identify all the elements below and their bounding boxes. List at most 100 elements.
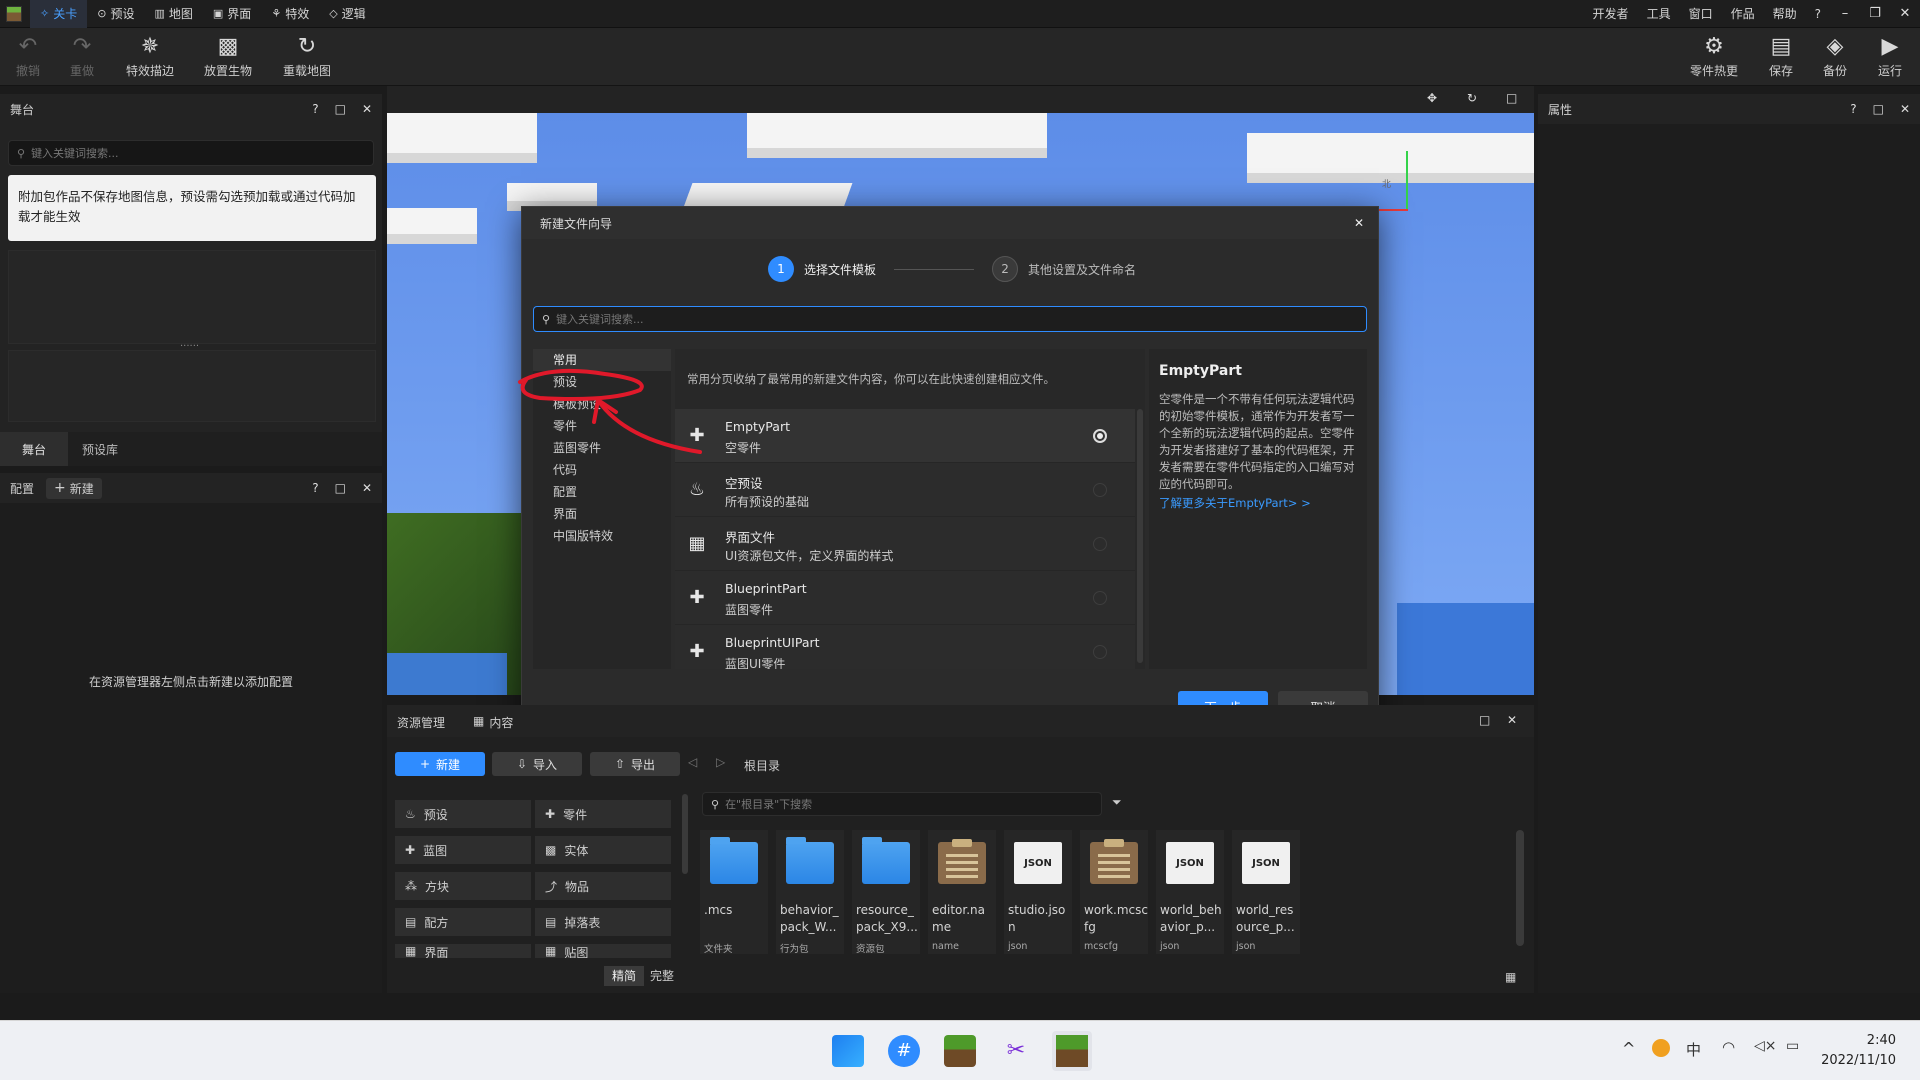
asset-cat-part[interactable]: ✚ 零件 [535,800,671,828]
help-icon[interactable]: ? [312,481,318,495]
asset-cat-block[interactable]: ⁂ 方块 [395,872,531,900]
taskbar-active-app[interactable] [1052,1031,1092,1071]
back-arrow-icon[interactable]: ◁ [688,755,697,769]
help-icon[interactable]: ? [312,102,318,116]
move-gizmo-icon[interactable]: ✥ [1427,91,1437,105]
snipping-tool-icon[interactable]: ✂ [1000,1035,1032,1067]
menu-works[interactable]: 作品 [1722,5,1764,22]
menu-tab-logic[interactable]: ◇ 逻辑 [319,0,375,28]
clock-date[interactable]: 2022/11/10 [1814,1053,1896,1068]
close-icon[interactable]: ✕ [1900,102,1910,116]
asset-cat-texture[interactable]: ▦ 贴图 [535,944,671,958]
assets-content-tab[interactable]: ▦ 内容 [473,714,513,731]
effect-stroke-button[interactable]: ✵ 特效描边 [118,32,182,79]
asset-cat-loot-table[interactable]: ▤ 掉落表 [535,908,671,936]
qq-tray-icon[interactable] [1652,1039,1670,1057]
template-empty-preset[interactable]: ♨ 空预设 所有预设的基础 [675,463,1135,517]
category-china-effect[interactable]: 中国版特效 [533,525,671,547]
maximize-icon[interactable]: □ [1873,102,1884,116]
detail-learn-more-link[interactable]: 了解更多关于EmptyPart> > [1159,495,1311,511]
menu-tab-level[interactable]: ✧ 关卡 [30,0,88,28]
file-tile[interactable]: JSON world_resource_p... json [1232,830,1300,954]
fullscreen-icon[interactable]: □ [1506,91,1517,105]
view-mode-compact[interactable]: 精简 [604,966,644,986]
mute-speaker-icon[interactable]: ◁× [1754,1038,1777,1054]
maximize-icon[interactable]: □ [335,102,346,116]
file-tile[interactable]: JSON studio.json json [1004,830,1072,954]
template-radio[interactable] [1093,645,1107,659]
asset-search-input[interactable]: ⚲ 在"根目录"下搜索 [702,792,1102,816]
ime-indicator[interactable]: 中 [1686,1039,1701,1060]
menu-window[interactable]: 窗口 [1680,5,1722,22]
file-tile[interactable]: editor.name name [928,830,996,954]
file-tile[interactable]: behavior_pack_W... 行为包 [776,830,844,955]
redo-button[interactable]: ↷ 重做 [50,32,114,79]
file-tile[interactable]: .mcs 文件夹 [700,830,768,955]
menu-tab-ui[interactable]: ▣ 界面 [203,0,261,28]
forward-arrow-icon[interactable]: ▷ [716,755,725,769]
maximize-icon[interactable]: □ [1479,713,1490,727]
dialog-search-input[interactable]: ⚲ 键入关键词搜索... [533,306,1367,332]
battery-icon[interactable]: ▭ [1786,1038,1799,1054]
maximize-icon[interactable]: □ [335,481,346,495]
panel-splitter[interactable]: ...... [180,338,199,349]
template-scrollbar[interactable] [1137,409,1143,663]
asset-cat-ui[interactable]: ▦ 界面 [395,944,531,958]
file-tile[interactable]: work.mcscfg mcscfg [1080,830,1148,954]
restore-icon[interactable]: ❐ [1860,6,1890,21]
dialog-close-icon[interactable]: ✕ [1354,216,1364,230]
hashtag-app-icon[interactable]: # [888,1035,920,1067]
minimize-icon[interactable]: – [1830,6,1860,21]
asset-cat-item[interactable]: ⤴ 物品 [535,872,671,900]
asset-cat-blueprint[interactable]: ✚ 蓝图 [395,836,531,864]
menu-developer[interactable]: 开发者 [1584,5,1638,22]
asset-export-button[interactable]: ⇧ 导出 [590,752,680,776]
close-icon[interactable]: ✕ [362,481,372,495]
template-blueprintpart[interactable]: ✚ BlueprintPart 蓝图零件 [675,571,1135,625]
wifi-icon[interactable]: ◠ [1722,1038,1735,1056]
asset-new-button[interactable]: + 新建 [395,752,485,776]
menu-help[interactable]: 帮助 [1764,5,1806,22]
reload-map-button[interactable]: ↻ 重载地图 [275,32,339,79]
menu-tab-preset[interactable]: ⊙ 预设 [87,0,144,28]
close-icon[interactable]: ✕ [1507,713,1517,727]
config-new-button[interactable]: + 新建 [46,477,102,499]
tab-preset-library[interactable]: 预设库 [68,432,132,466]
template-radio[interactable] [1093,591,1107,605]
file-tile[interactable]: resource_pack_X9... 资源包 [852,830,920,955]
rotate-view-icon[interactable]: ↻ [1467,91,1477,105]
asset-cat-recipe[interactable]: ▤ 配方 [395,908,531,936]
tab-stage[interactable]: 舞台 [0,432,68,466]
clock-time[interactable]: 2:40 [1836,1033,1896,1048]
close-icon[interactable]: ✕ [362,102,372,116]
minecraft-launcher-icon[interactable] [944,1035,976,1067]
grid-view-icon[interactable]: ▦ [1505,970,1516,984]
part-hotfix-button[interactable]: ⚙ 零件热更 [1682,32,1746,79]
template-radio[interactable] [1093,429,1107,443]
menu-tab-effect[interactable]: ⚘ 特效 [261,0,319,28]
axis-gizmo[interactable]: 北 [1370,151,1410,211]
start-windows-icon[interactable] [832,1035,864,1067]
category-config[interactable]: 配置 [533,481,671,503]
category-code[interactable]: 代码 [533,459,671,481]
template-ui-file[interactable]: ▦ 界面文件 UI资源包文件，定义界面的样式 [675,517,1135,571]
template-blueprintuipart[interactable]: ✚ BlueprintUIPart 蓝图UI零件 [675,625,1135,669]
file-tile[interactable]: JSON world_behavior_p... json [1156,830,1224,954]
place-mob-button[interactable]: ▩ 放置生物 [196,32,260,79]
menu-tab-map[interactable]: ▥ 地图 [144,0,202,28]
files-scrollbar[interactable] [1516,830,1524,946]
asset-cat-preset[interactable]: ♨ 预设 [395,800,531,828]
category-scrollbar[interactable] [682,794,688,874]
menu-tools[interactable]: 工具 [1638,5,1680,22]
template-emptypart[interactable]: ✚ EmptyPart 空零件 [675,409,1135,463]
template-radio[interactable] [1093,537,1107,551]
assets-tab[interactable]: 资源管理 [397,714,445,731]
run-button[interactable]: ▶ 运行 [1858,32,1920,79]
asset-path[interactable]: 根目录 [744,757,780,774]
filter-icon[interactable]: ⏷ [1112,795,1122,810]
template-radio[interactable] [1093,483,1107,497]
view-mode-full[interactable]: 完整 [644,966,680,986]
asset-import-button[interactable]: ⇩ 导入 [492,752,582,776]
help-icon[interactable]: ? [1850,102,1856,116]
category-ui[interactable]: 界面 [533,503,671,525]
